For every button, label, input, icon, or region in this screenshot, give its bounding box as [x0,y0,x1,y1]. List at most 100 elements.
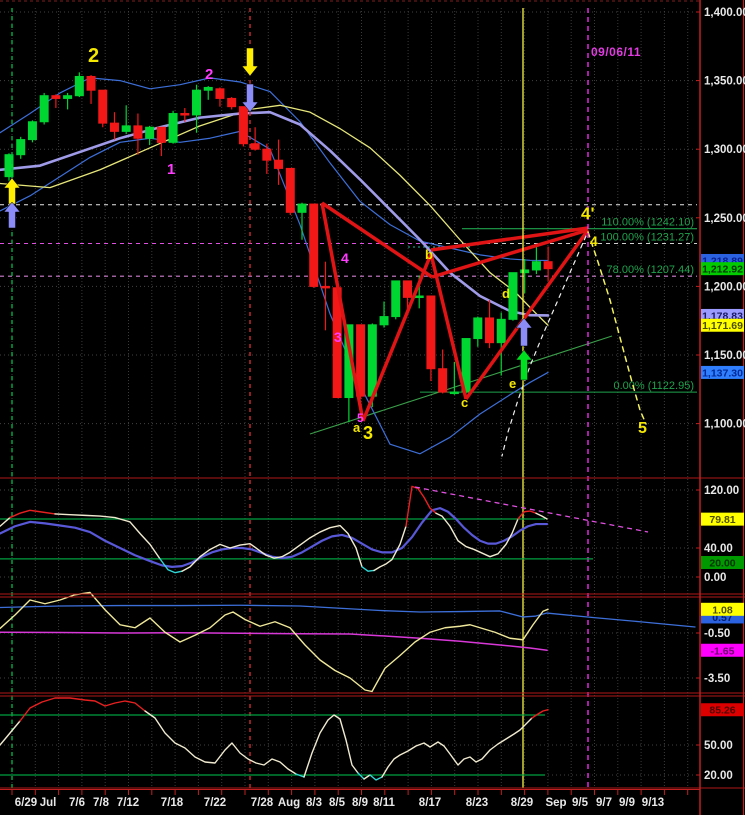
indicator-line-main [0,721,20,745]
wave-label: 5 [638,420,647,437]
candle-body [497,319,505,342]
candle-body [286,168,294,212]
up-arrow-icon [516,318,532,346]
candle-body [532,262,540,270]
wave-label: 4 [341,250,349,266]
chart-window: 110.00% (1242.10)100.00% (1231.27)78.00%… [0,0,745,815]
candle-body [403,281,411,297]
candle-body [310,204,318,286]
x-axis-label: 8/29 [511,797,533,809]
x-axis-label: 7/28 [251,797,274,809]
indicator-line-main [145,711,296,774]
candle-body [5,155,13,177]
x-axis-label: 9/5 [572,797,589,809]
x-axis-label: 7/6 [69,797,85,809]
candle-body [169,114,177,143]
indicator-line-main [10,510,55,517]
price-badge-label: 20.00 [709,558,735,570]
y-axis-label: -3.50 [704,673,730,685]
x-axis-label: Aug [278,797,300,809]
x-axis-label: Jul [40,797,57,809]
candle-body [439,369,447,392]
indicator-line-main [518,511,536,519]
candle-body [52,96,60,99]
y-axis-label: 1,250.00 [704,213,745,225]
wave-label: e [509,376,516,391]
price-badge-label: 1,171.69 [702,320,743,332]
price-badge-label: -1.65 [711,645,735,657]
wave-label: a [353,420,361,435]
candle-body [509,273,517,320]
x-axis-label: 6/29 [15,797,37,809]
up-arrow-icon [4,202,20,228]
fib-label: 110.00% (1242.10) [601,217,694,229]
candle-body [17,140,25,155]
y-axis-label: 1,300.00 [704,144,745,156]
candle-body [228,98,236,106]
x-axis-label: 7/8 [93,797,110,809]
candle-body [380,317,388,325]
wave-label: c [461,395,468,410]
indicator-line-main [370,775,382,780]
candle-body [251,144,259,149]
candle-body [392,281,400,317]
x-axis-label: 8/3 [306,797,322,809]
candle-body [216,89,224,99]
projection-line [588,232,646,424]
candle-body [193,90,201,115]
indicator-line-main [362,567,374,571]
wave-label: 4 [590,233,598,249]
wave-label: 3 [363,423,373,443]
date-annotation: 09/06/11 [591,45,641,59]
candle-body [298,204,306,212]
wave-label: b [425,247,433,262]
price-badge-label: 85.26 [709,705,735,717]
price-badge-label: 1,212.92 [702,264,743,276]
candle-body [122,126,130,131]
up-arrow-icon [516,350,532,380]
x-axis-label: 9/7 [596,797,612,809]
y-axis-label: 1,400.00 [704,7,745,19]
x-axis-label: 8/17 [419,797,441,809]
y-axis-label: 50.00 [704,740,733,752]
y-axis-label: 1,200.00 [704,281,745,293]
price-badge-label: 79.81 [709,514,735,526]
indicator-line-main [436,513,518,557]
candle-body [204,87,212,90]
indicator-line-main [304,715,358,777]
candle-body [28,122,36,140]
x-axis-label: Sep [545,797,566,809]
y-axis-label: 120.00 [704,485,739,497]
candle-body [181,114,189,116]
x-axis-label: 7/18 [161,797,184,809]
price-badge-label: 1.08 [712,604,733,616]
pattern-line [432,230,588,277]
x-axis-label: 7/22 [204,797,226,809]
fib-label: 0.00% (1122.95) [613,380,694,392]
wave-label: 2 [205,66,213,83]
x-axis-label: 9/13 [642,797,664,809]
indicator-line-main [536,513,547,519]
x-axis-label: 9/9 [619,797,635,809]
candle-body [146,127,154,138]
y-axis-label: 0.00 [704,572,726,584]
x-axis-label: 7/12 [117,797,139,809]
candle-body [263,149,271,160]
pattern-line [322,203,363,421]
candle-body [40,96,48,122]
candle-body [486,318,494,343]
candle-body [157,127,165,142]
x-axis-label: 8/9 [352,797,368,809]
candle-body [239,107,247,144]
x-axis-label: 8/5 [329,797,346,809]
candle-body [110,123,118,131]
candle-body [544,262,552,269]
candle-body [64,96,72,99]
y-axis-label: 40.00 [704,543,733,555]
wave-label: 4' [581,204,595,223]
indicator-line-main [55,514,160,559]
wave-label: 1 [167,161,175,178]
y-axis-label: 1,350.00 [704,76,745,88]
wave-label: 2 [88,45,99,67]
x-axis-label: 8/11 [373,797,395,809]
